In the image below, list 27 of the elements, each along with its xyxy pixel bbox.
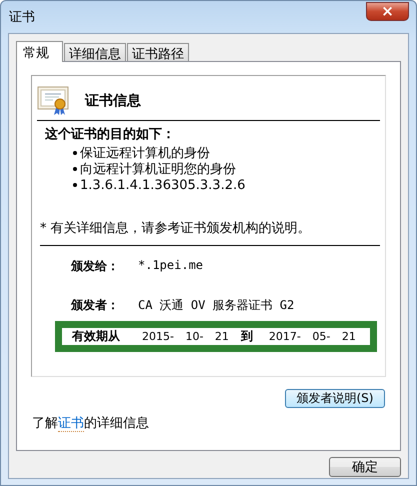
validity-label: 有效期从 bbox=[72, 328, 121, 345]
note-text: * 有关详细信息，请参考证书颁发机构的说明。 bbox=[40, 219, 380, 246]
purpose-item: 保证远程计算机的身份 bbox=[80, 145, 210, 162]
close-button[interactable]: × bbox=[366, 2, 409, 20]
bullet-icon bbox=[73, 151, 77, 155]
valid-to-date: 2017- 05- 21 bbox=[268, 330, 356, 343]
learn-more-text: 了解证书的详细信息 bbox=[32, 415, 150, 432]
bullet-icon bbox=[73, 167, 77, 171]
section-heading: 证书信息 bbox=[85, 92, 141, 110]
tab[interactable]: 常规 bbox=[16, 41, 63, 62]
certificate-link[interactable]: 证书 bbox=[58, 416, 84, 432]
bullet-icon bbox=[73, 183, 77, 187]
certificate-icon bbox=[37, 86, 71, 116]
ok-button[interactable]: 确定 bbox=[329, 457, 401, 477]
issuer-statement-button[interactable]: 颁发者说明(S) bbox=[285, 389, 385, 408]
valid-from-date: 2015- 10- 21 bbox=[142, 330, 229, 343]
field-label: 颁发者： bbox=[71, 297, 120, 313]
purpose-item: 向远程计算机证明您的身份 bbox=[80, 161, 236, 178]
validity-to-label: 到 bbox=[240, 328, 253, 345]
tab[interactable]: 证书路径 bbox=[127, 43, 189, 61]
window-title: 证书 bbox=[8, 9, 35, 26]
tab[interactable]: 详细信息 bbox=[64, 43, 126, 61]
field-value: CA 沃通 OV 服务器证书 G2 bbox=[138, 297, 294, 313]
field-label: 颁发给： bbox=[71, 258, 120, 274]
purpose-title: 这个证书的目的如下： bbox=[45, 126, 176, 143]
field-value: *.1pei.me bbox=[138, 258, 204, 274]
purpose-item: 1.3.6.1.4.1.36305.3.3.2.6 bbox=[80, 178, 246, 192]
